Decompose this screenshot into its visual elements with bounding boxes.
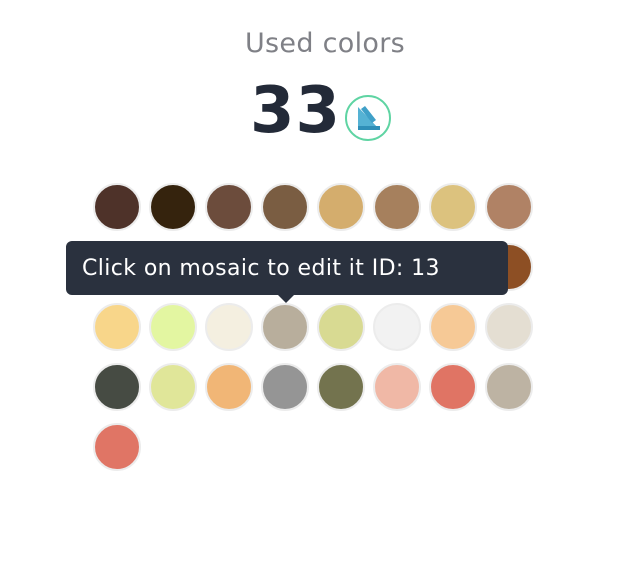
color-swatch[interactable] [93,303,141,351]
color-swatch[interactable] [205,363,253,411]
color-swatch-grid [93,183,553,471]
color-swatch[interactable] [149,183,197,231]
used-colors-title: Used colors [244,28,405,59]
color-swatch[interactable] [485,183,533,231]
color-swatch[interactable] [149,303,197,351]
color-swatch[interactable] [205,303,253,351]
color-swatch[interactable] [485,303,533,351]
color-swatch[interactable] [261,303,309,351]
color-swatch[interactable] [149,363,197,411]
color-swatch[interactable] [205,183,253,231]
color-swatch[interactable] [429,363,477,411]
tooltip-text: Click on mosaic to edit it ID: 13 [82,255,440,281]
color-swatch[interactable] [485,363,533,411]
color-swatch[interactable] [261,183,309,231]
tooltip-arrow [278,295,294,303]
brand-logo-badge[interactable] [345,95,391,141]
color-swatch[interactable] [261,363,309,411]
color-swatch[interactable] [373,183,421,231]
used-colors-count: 33 [250,74,342,148]
color-swatch[interactable] [93,183,141,231]
used-colors-count-row: 33 [250,76,341,146]
tooltip: Click on mosaic to edit it ID: 13 [66,241,508,295]
color-swatch[interactable] [429,303,477,351]
color-swatch[interactable] [317,363,365,411]
color-swatch[interactable] [373,303,421,351]
color-swatch[interactable] [373,363,421,411]
color-swatch[interactable] [317,183,365,231]
color-swatch[interactable] [93,423,141,471]
color-swatch[interactable] [429,183,477,231]
brand-logo-icon [358,106,380,130]
color-swatch[interactable] [317,303,365,351]
color-swatch[interactable] [93,363,141,411]
